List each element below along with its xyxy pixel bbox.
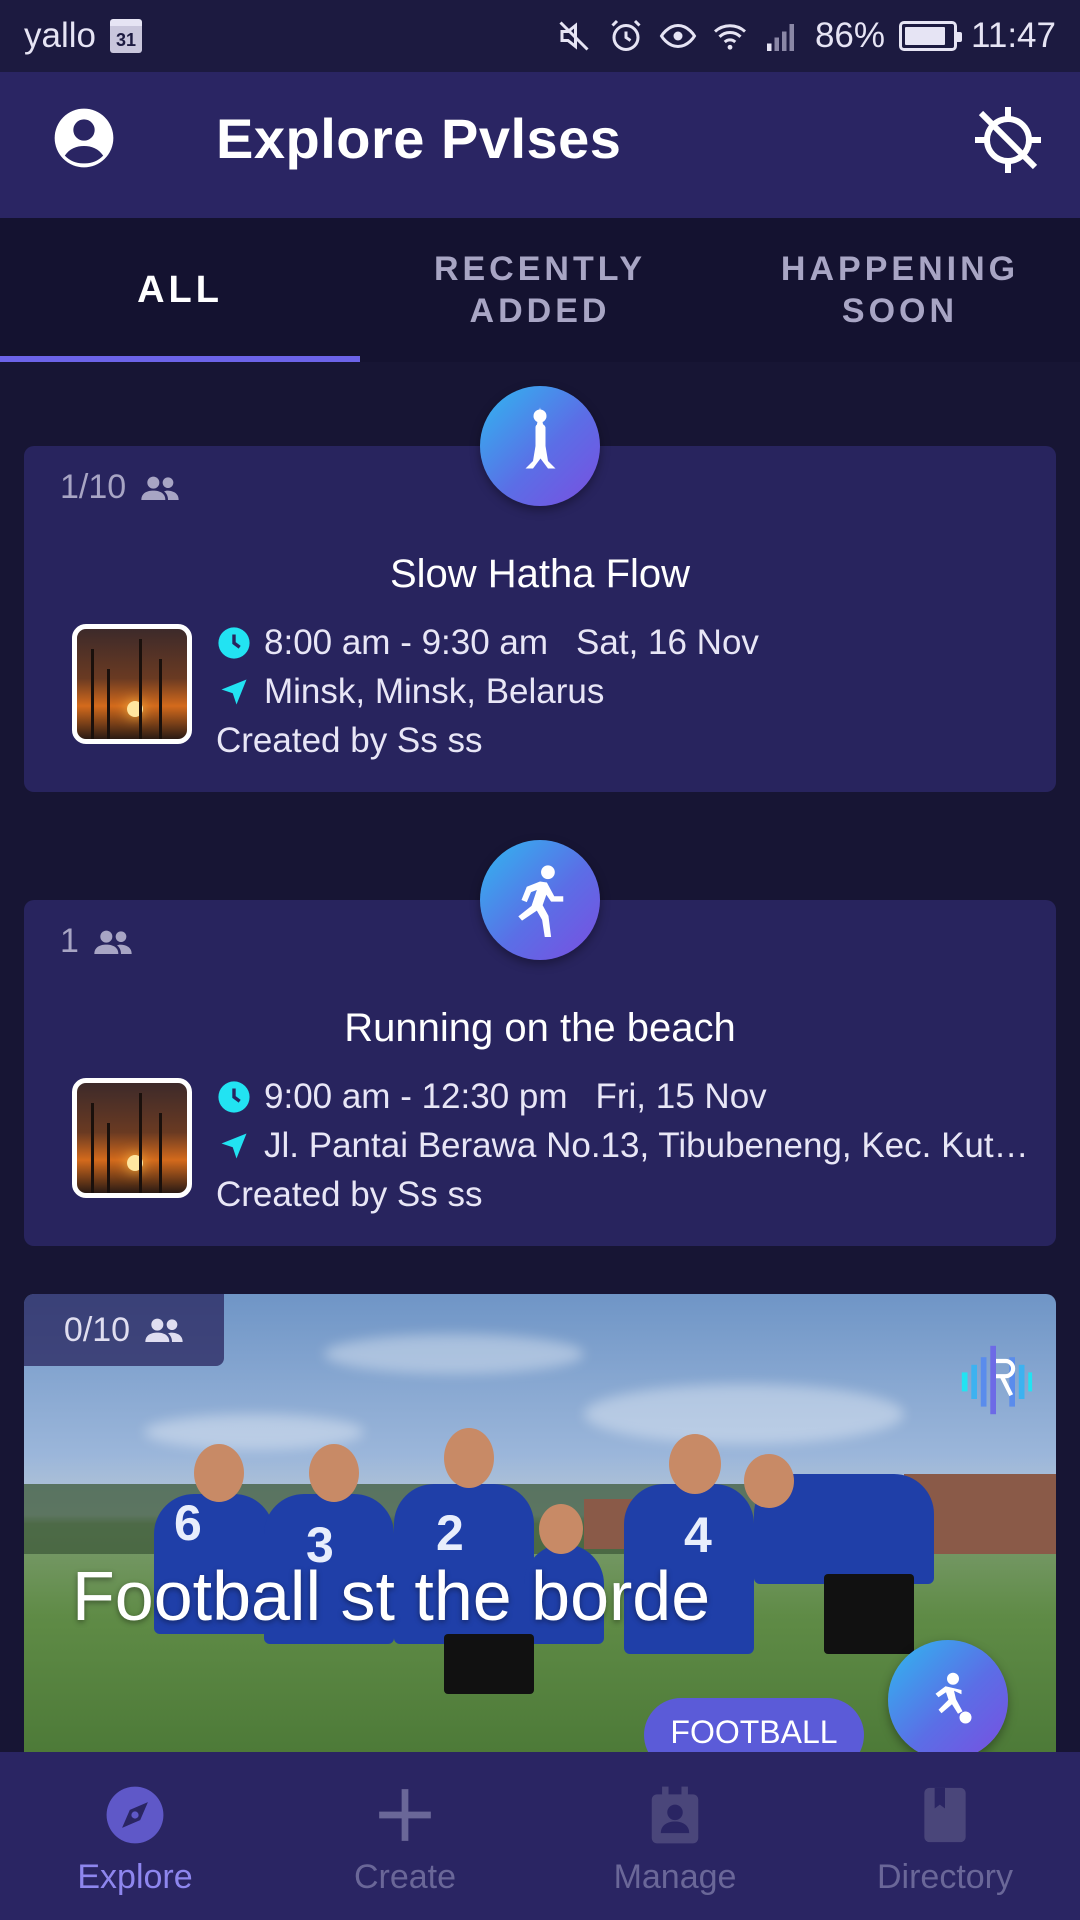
clock-icon (216, 1079, 252, 1115)
calendar-day: 31 (115, 30, 136, 50)
location-arrow-icon (216, 1128, 252, 1164)
event-location: Jl. Pantai Berawa No.13, Tibubeneng, Kec… (264, 1125, 1046, 1165)
tab-all-label: ALL (137, 269, 223, 311)
wifi-icon (711, 17, 749, 55)
event-time: 9:00 am - 12:30 pm (264, 1076, 568, 1116)
event-creator: Created by Ss ss (216, 720, 483, 760)
calendar-notification-icon: 31 (109, 19, 142, 53)
clock-icon (216, 625, 252, 661)
participant-count: 1/10 (60, 468, 180, 507)
location-arrow-icon (216, 674, 252, 710)
event-title: Slow Hatha Flow (389, 552, 691, 596)
signal-icon (763, 17, 801, 55)
nav-directory-label: Directory (876, 1858, 1014, 1896)
brand-logo-icon (961, 1345, 1033, 1415)
nav-manage-label: Manage (613, 1858, 737, 1896)
battery-fill (905, 27, 945, 45)
app-bar: Explore Pvlses (0, 72, 1080, 218)
nav-directory[interactable]: Directory (810, 1752, 1080, 1920)
nav-manage[interactable]: Manage (540, 1752, 810, 1920)
tab-recently-added[interactable]: RECENTLY ADDED (360, 218, 720, 362)
event-date: Sat, 16 Nov (576, 622, 759, 662)
participant-count: 0/10 (24, 1294, 224, 1366)
participant-count-value: 0/10 (63, 1310, 131, 1349)
page-title: Explore Pvlses (216, 107, 622, 170)
participant-count: 1 (60, 922, 133, 961)
jersey-number: 6 (174, 1495, 202, 1551)
tab-happening-soon[interactable]: HAPPENING SOON (720, 218, 1080, 362)
battery-icon (899, 21, 962, 51)
participant-count-value: 1 (60, 922, 79, 960)
event-time: 8:00 am - 9:30 am (264, 622, 549, 662)
nav-create-label: Create (353, 1858, 457, 1896)
account-circle-icon[interactable] (52, 106, 116, 170)
event-location: Minsk, Minsk, Belarus (264, 671, 605, 711)
event-title: Running on the beach (344, 1006, 736, 1050)
tab-recently-added-label: RECENTLY ADDED (433, 250, 647, 330)
people-icon (145, 1318, 183, 1342)
clock: 11:47 (971, 16, 1056, 55)
bottom-navigation: Explore Create Manage Directory (0, 1752, 1080, 1920)
gps-off-icon[interactable] (972, 104, 1044, 176)
mute-icon (555, 17, 593, 55)
jersey-number: 2 (436, 1505, 464, 1561)
event-date: Fri, 15 Nov (595, 1076, 767, 1116)
event-title: Football st the borde (72, 1557, 711, 1635)
tab-all[interactable]: ALL (0, 218, 360, 362)
participant-count-value: 1/10 (60, 468, 127, 506)
battery-percent: 86% (814, 16, 885, 55)
alarm-icon (607, 17, 645, 55)
event-info: 9:00 am - 12:30 pm Fri, 15 Nov Jl. Panta… (216, 1072, 1046, 1219)
event-creator: Created by Ss ss (216, 1174, 483, 1214)
football-icon (888, 1640, 1008, 1760)
nav-create[interactable]: Create (270, 1752, 540, 1920)
carrier-name: yallo (24, 16, 96, 55)
event-thumbnail (72, 624, 192, 744)
event-thumbnail (72, 1078, 192, 1198)
tab-happening-soon-label: HAPPENING SOON (780, 250, 1020, 330)
nav-explore[interactable]: Explore (0, 1752, 270, 1920)
category-tag[interactable]: FOOTBALL (644, 1698, 864, 1754)
plus-icon (372, 1782, 438, 1848)
eye-icon (659, 17, 697, 55)
nav-explore-label: Explore (77, 1858, 193, 1896)
compass-icon (102, 1782, 168, 1848)
calendar-person-icon (642, 1782, 708, 1848)
status-bar: yallo 31 86% 11:47 (0, 0, 1080, 72)
book-icon (912, 1782, 978, 1848)
people-icon (141, 476, 179, 500)
yoga-icon (480, 386, 600, 506)
tab-bar: ALL RECENTLY ADDED HAPPENING SOON (0, 218, 1080, 362)
event-info: 8:00 am - 9:30 am Sat, 16 Nov Minsk, Min… (216, 618, 1046, 765)
people-icon (94, 930, 132, 954)
running-icon (480, 840, 600, 960)
